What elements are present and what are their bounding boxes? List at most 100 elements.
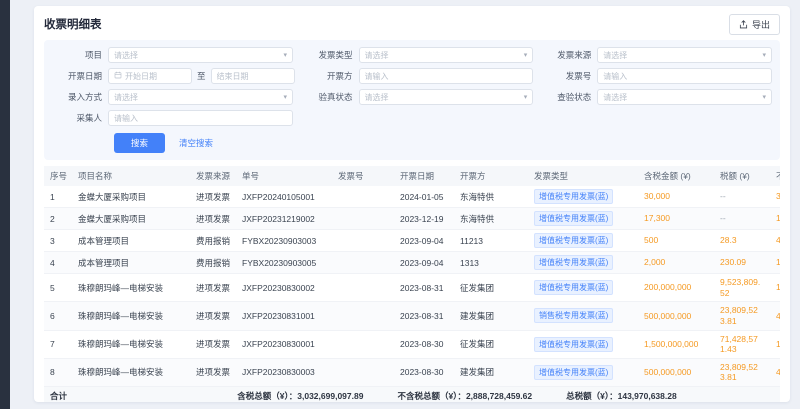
invoice-number-input[interactable] <box>597 68 772 84</box>
verify-status-select[interactable]: 请选择 ▾ <box>359 89 534 105</box>
invoice-source-select[interactable]: 请选择 ▾ <box>597 47 772 63</box>
cell-order_no: JXFP20230830002 <box>236 280 332 296</box>
cell-issuer: 征发集团 <box>454 279 528 297</box>
cell-no: 6 <box>44 308 72 324</box>
cell-no: 8 <box>44 364 72 380</box>
column-header-net: 不含税金额 (¥) <box>770 166 780 186</box>
cell-invoice_no <box>332 194 394 200</box>
summary-total-label: 合计 <box>50 390 140 402</box>
page-title: 收票明细表 <box>44 16 102 32</box>
export-icon <box>739 20 748 29</box>
content-card: 收票明细表 导出 项目 请选择 ▾ 发票类型 请选择 ▾ <box>34 6 790 402</box>
cell-net: 471.7 <box>770 232 780 249</box>
chevron-down-icon: ▾ <box>524 52 528 59</box>
cell-order_no: JXFP20230830001 <box>236 336 332 352</box>
cell-project: 成本管理项目 <box>72 232 190 250</box>
summary-item-value: 2,888,728,459.62 <box>466 391 532 401</box>
cell-amount: 500 <box>638 232 714 249</box>
cell-no: 4 <box>44 255 72 271</box>
project-select[interactable]: 请选择 ▾ <box>108 47 293 63</box>
date-separator: 至 <box>197 70 206 82</box>
chevron-down-icon: ▾ <box>762 94 766 101</box>
column-header-project: 项目名称 <box>72 166 190 186</box>
cell-project: 珠穆朗玛峰—电梯安装 <box>72 335 190 353</box>
calendar-icon <box>114 71 122 81</box>
column-header-no: 序号 <box>44 166 72 186</box>
cell-project: 珠穆朗玛峰—电梯安装 <box>72 279 190 297</box>
check-status-select[interactable]: 请选择 ▾ <box>597 89 772 105</box>
cell-project: 珠穆朗玛峰—电梯安装 <box>72 363 190 381</box>
invoice-type-tag: 增值税专用发票(蓝) <box>534 255 613 270</box>
cell-date: 2023-08-31 <box>394 280 454 296</box>
filter-field-invoice-type: 发票类型 请选择 ▾ <box>303 47 534 63</box>
select-placeholder: 请选择 <box>114 50 283 61</box>
cell-source: 进项发票 <box>190 210 236 228</box>
field-label: 项目 <box>52 49 108 61</box>
invoice-type-select[interactable]: 请选择 ▾ <box>359 47 534 63</box>
invoice-type-tag: 增值税专用发票(蓝) <box>534 280 613 295</box>
invoice-type-tag: 增值税专用发票(蓝) <box>534 189 613 204</box>
select-placeholder: 请选择 <box>603 50 762 61</box>
cell-project: 珠穆朗玛峰—电梯安装 <box>72 307 190 325</box>
cell-no: 7 <box>44 336 72 352</box>
invoice-type-tag: 增值税专用发票(蓝) <box>534 233 613 248</box>
cell-type: 增值税专用发票(蓝) <box>528 230 638 251</box>
select-placeholder: 请选择 <box>365 92 524 103</box>
cell-type: 增值税专用发票(蓝) <box>528 277 638 298</box>
search-button[interactable]: 搜索 <box>114 133 165 153</box>
cell-net: 1,769.91 <box>770 254 780 271</box>
cell-date: 2023-08-31 <box>394 308 454 324</box>
table-row: 8珠穆朗玛峰—电梯安装进项发票JXFP202308300032023-08-30… <box>44 359 780 387</box>
invoice-date-start-input[interactable]: 开始日期 <box>108 68 192 84</box>
cell-issuer: 11213 <box>454 233 528 249</box>
cell-issuer: 建发集团 <box>454 363 528 381</box>
clear-search-button[interactable]: 清空搜索 <box>175 133 217 153</box>
table-row: 2金蝶大厦采购项目进项发票JXFP202312190022023-12-19东海… <box>44 208 780 230</box>
column-header-invoice_no: 发票号 <box>332 166 394 186</box>
cell-amount: 2,000 <box>638 254 714 271</box>
column-header-amount: 含税金额 (¥) <box>638 166 714 186</box>
cell-date: 2023-09-04 <box>394 233 454 249</box>
card-header: 收票明细表 导出 <box>44 14 780 34</box>
chevron-down-icon: ▾ <box>283 94 287 101</box>
cell-net: 190,476,190.48 <box>770 279 780 296</box>
cell-invoice_no <box>332 313 394 319</box>
collector-input[interactable] <box>108 110 293 126</box>
invoice-type-tag: 销售税专用发票(蓝) <box>534 308 613 323</box>
cell-date: 2023-08-30 <box>394 364 454 380</box>
cell-project: 金蝶大厦采购项目 <box>72 210 190 228</box>
summary-row: 合计 含税总额（¥）：3,032,699,097.89 不含税总额（¥）：2,8… <box>44 387 780 402</box>
export-button[interactable]: 导出 <box>729 14 780 35</box>
field-label: 发票类型 <box>303 49 359 61</box>
select-placeholder: 请选择 <box>365 50 524 61</box>
filter-actions: 搜索 清空搜索 <box>114 133 772 153</box>
invoice-type-tag: 增值税专用发票(蓝) <box>534 337 613 352</box>
entry-method-select[interactable]: 请选择 ▾ <box>108 89 293 105</box>
date-placeholder: 结束日期 <box>217 71 289 82</box>
field-label: 开票日期 <box>52 70 108 82</box>
cell-tax: -- <box>714 188 770 205</box>
cell-invoice_no <box>332 341 394 347</box>
cell-amount: 500,000,000 <box>638 308 714 325</box>
cell-order_no: JXFP20230830003 <box>236 364 332 380</box>
issuer-input[interactable] <box>359 68 534 84</box>
cell-tax: 9,523,809.52 <box>714 274 770 301</box>
column-header-issuer: 开票方 <box>454 166 528 186</box>
cell-amount: 1,500,000,000 <box>638 336 714 353</box>
export-button-label: 导出 <box>752 18 770 31</box>
cell-amount: 17,300 <box>638 210 714 227</box>
filter-field-project: 项目 请选择 ▾ <box>52 47 295 63</box>
cell-issuer: 1313 <box>454 255 528 271</box>
cell-amount: 200,000,000 <box>638 279 714 296</box>
invoice-date-end-input[interactable]: 结束日期 <box>211 68 295 84</box>
cell-date: 2023-12-19 <box>394 211 454 227</box>
cell-invoice_no <box>332 216 394 222</box>
table-row: 6珠穆朗玛峰—电梯安装进项发票JXFP202308310012023-08-31… <box>44 302 780 330</box>
filter-field-verify-status: 验真状态 请选择 ▾ <box>303 89 534 105</box>
select-placeholder: 请选择 <box>114 92 283 103</box>
column-header-date: 开票日期 <box>394 166 454 186</box>
filter-field-collector: 采集人 <box>52 110 295 126</box>
date-placeholder: 开始日期 <box>125 71 186 82</box>
invoice-table: 序号项目名称发票来源单号发票号开票日期开票方发票类型含税金额 (¥)税额 (¥)… <box>44 166 780 387</box>
filter-field-issuer: 开票方 <box>303 68 534 84</box>
